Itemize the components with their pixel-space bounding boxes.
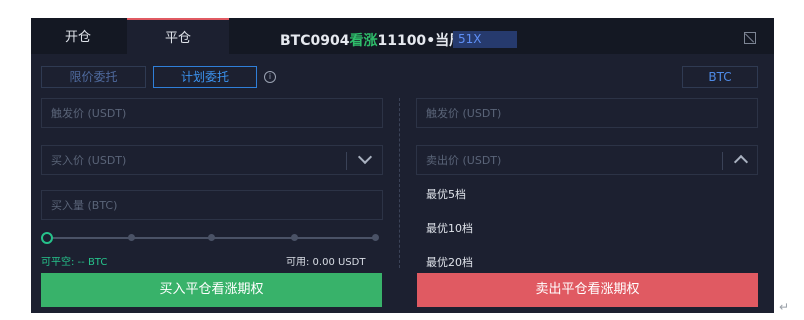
amount-slider[interactable] <box>41 232 383 244</box>
trigger-price-sell-field[interactable] <box>416 98 758 128</box>
dropdown-separator <box>346 152 347 170</box>
tab-open[interactable]: 开仓 <box>31 18 125 54</box>
tab-close[interactable]: 平仓 <box>127 18 229 56</box>
slider-mark[interactable] <box>128 234 135 241</box>
buy-close-call-button[interactable]: 买入平仓看涨期权 <box>41 273 382 307</box>
buy-price-field[interactable] <box>41 145 383 175</box>
contract-strike: 11100 <box>377 33 427 49</box>
expand-icon[interactable] <box>744 32 756 44</box>
leverage-badge: 51X <box>453 31 517 48</box>
column-divider <box>399 98 400 268</box>
buy-amount-input[interactable] <box>42 191 382 219</box>
dropdown-separator <box>722 152 723 170</box>
slider-handle[interactable] <box>41 232 53 244</box>
available-balance: 可用: 0.00 USDT <box>286 257 366 268</box>
contract-prefix: BTC0904 <box>280 33 350 49</box>
dropdown-option[interactable]: 最优5档 <box>426 186 466 202</box>
trigger-price-sell-input[interactable] <box>417 99 757 127</box>
sell-price-field[interactable] <box>416 145 758 175</box>
contract-title: BTC0904看涨11100•当周 <box>280 30 463 50</box>
sell-close-call-button[interactable]: 卖出平仓看涨期权 <box>417 273 758 307</box>
trigger-price-buy-field[interactable] <box>41 98 383 128</box>
trigger-price-buy-input[interactable] <box>42 99 382 127</box>
coin-unit-button[interactable]: BTC <box>682 66 758 88</box>
tab-bar: 开仓 平仓 BTC0904看涨11100•当周 51X <box>31 18 774 56</box>
buy-amount-field[interactable] <box>41 190 383 220</box>
plan-order-button[interactable]: 计划委托 <box>153 66 257 88</box>
slider-mark[interactable] <box>291 234 298 241</box>
buy-price-input[interactable] <box>42 146 382 174</box>
trade-panel: 开仓 平仓 BTC0904看涨11100•当周 51X 限价委托 计划委托 i … <box>31 18 774 313</box>
limit-order-button[interactable]: 限价委托 <box>41 66 146 88</box>
dropdown-option[interactable]: 最优10档 <box>426 220 473 236</box>
info-icon[interactable]: i <box>264 71 276 83</box>
slider-mark[interactable] <box>208 234 215 241</box>
contract-direction: 看涨 <box>349 33 378 49</box>
closable-amount: 可平空: -- BTC <box>41 257 108 268</box>
return-arrow-icon: ↵ <box>779 300 790 314</box>
dropdown-option[interactable]: 最优20档 <box>426 254 473 270</box>
sell-price-input[interactable] <box>417 146 757 174</box>
slider-mark[interactable] <box>372 234 379 241</box>
